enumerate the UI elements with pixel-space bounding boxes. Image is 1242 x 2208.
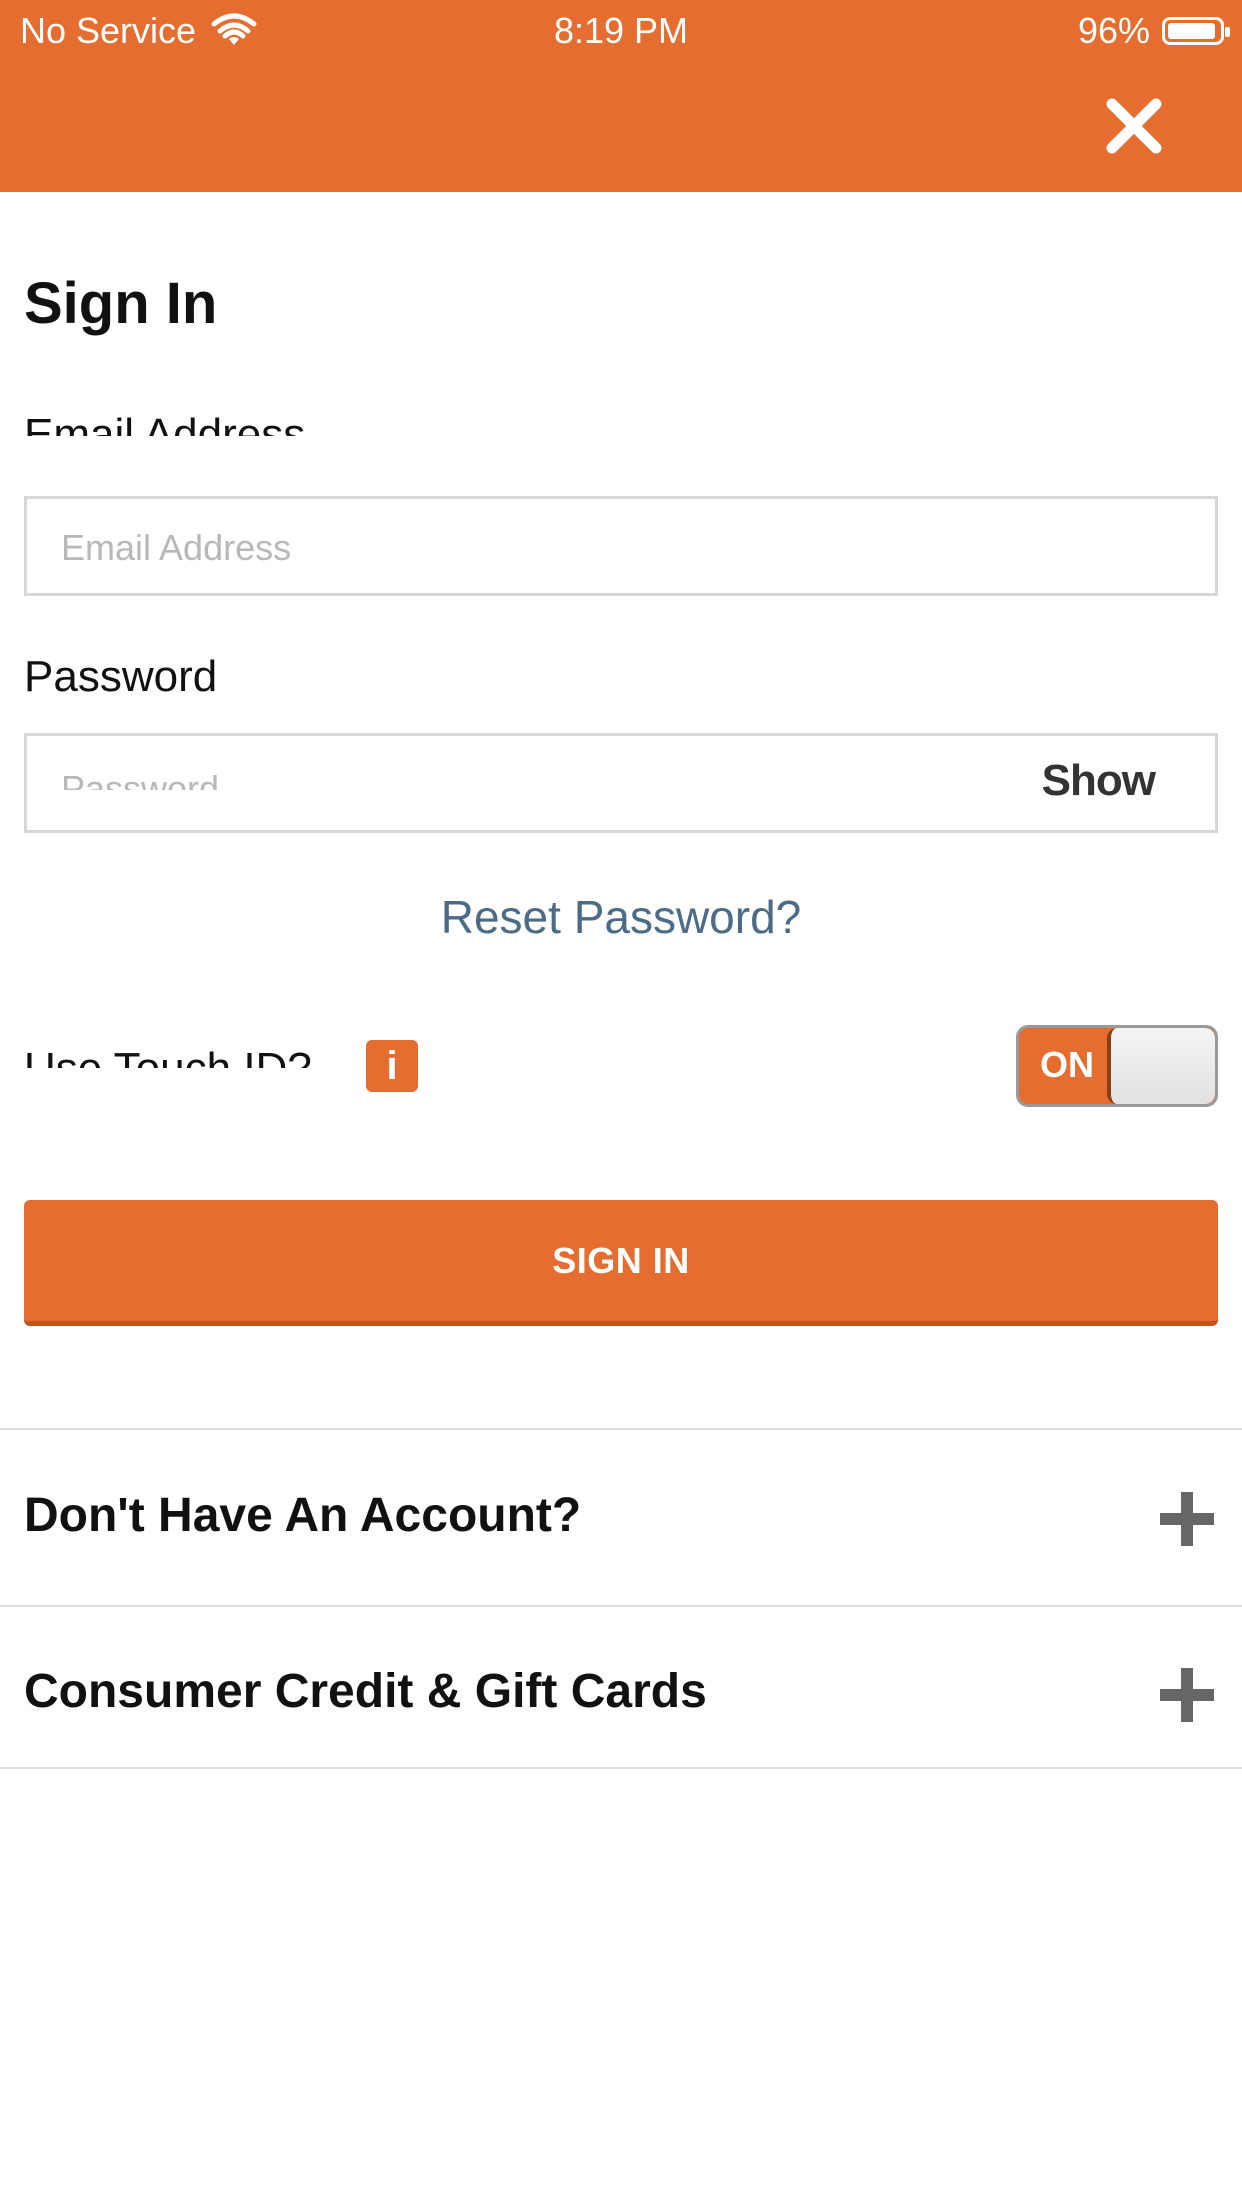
reset-password-link[interactable]: Reset Password?	[0, 890, 1242, 944]
battery-percent: 96%	[1077, 10, 1150, 51]
battery-icon	[1162, 17, 1230, 45]
status-time: 8:19 PM	[553, 10, 689, 51]
credit-gift-cards-section[interactable]: Consumer Credit & Gift Cards	[24, 1664, 707, 1719]
status-bar: No Service 8:19 PM 96%	[0, 0, 1242, 62]
page-title: Sign In	[24, 271, 218, 336]
plus-icon[interactable]	[1158, 1490, 1216, 1548]
close-icon[interactable]	[1104, 96, 1164, 156]
status-right: 96%	[1077, 10, 1230, 52]
email-field[interactable]: Email Address	[24, 496, 1218, 596]
sign-in-button[interactable]: SIGN IN	[24, 1200, 1218, 1326]
create-account-section[interactable]: Don't Have An Account?	[24, 1488, 581, 1543]
show-password-button[interactable]: Show	[1042, 756, 1156, 806]
email-label: Email Address	[24, 410, 306, 436]
divider	[0, 1605, 1242, 1607]
password-field[interactable]: Password Show	[24, 733, 1218, 833]
plus-icon[interactable]	[1158, 1666, 1216, 1724]
email-placeholder: Email Address	[61, 527, 292, 568]
touch-id-toggle[interactable]: ON	[1016, 1025, 1218, 1107]
sign-in-screen: No Service 8:19 PM 96% Sign In Email Add…	[0, 0, 1242, 2208]
header-bar: No Service 8:19 PM 96%	[0, 0, 1242, 192]
info-icon[interactable]: i	[366, 1040, 418, 1092]
password-placeholder: Password	[61, 768, 220, 790]
touch-id-label: Use Touch ID?	[24, 1044, 312, 1068]
toggle-state-label: ON	[1040, 1044, 1094, 1085]
divider	[0, 1428, 1242, 1430]
toggle-knob	[1107, 1028, 1215, 1104]
password-label: Password	[24, 652, 218, 701]
divider	[0, 1767, 1242, 1769]
